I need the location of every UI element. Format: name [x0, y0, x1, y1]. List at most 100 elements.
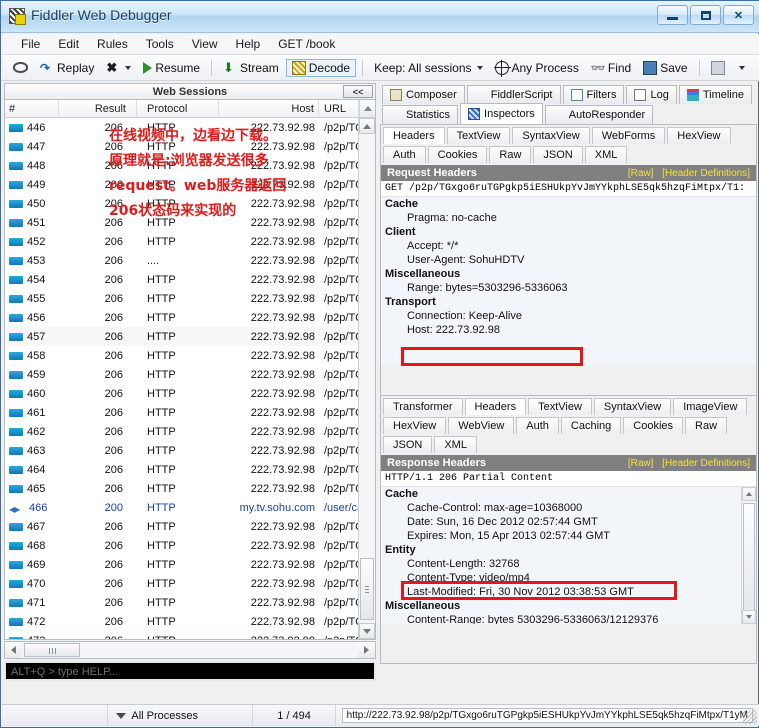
response-scrollbar[interactable]	[741, 487, 756, 624]
table-row[interactable]: 446206HTTP222.73.92.98/p2p/TGx	[5, 118, 358, 137]
save-button[interactable]: Save	[638, 60, 692, 76]
response-header-item[interactable]: Content-Type: video/mp4	[381, 571, 756, 585]
tab-fiddlerscript[interactable]: FiddlerScript	[467, 85, 561, 104]
tab-autoresponder[interactable]: AutoResponder	[545, 105, 653, 124]
replay-button[interactable]: ↷Replay	[35, 60, 99, 76]
menu-view[interactable]: View	[183, 35, 227, 53]
response-subtab-syntaxview[interactable]: SyntaxView	[594, 398, 671, 415]
response-subtab-json[interactable]: JSON	[383, 436, 432, 453]
grid-scroll-up[interactable]	[359, 100, 375, 117]
collapse-pane-button[interactable]: <<	[343, 85, 373, 98]
tab-log[interactable]: Log	[626, 85, 676, 104]
request-subtab-cookies[interactable]: Cookies	[428, 146, 488, 163]
request-header-item[interactable]: Accept: */*	[381, 239, 756, 253]
request-raw-link[interactable]: [Raw]	[628, 168, 654, 179]
table-row[interactable]: 465206HTTP222.73.92.98/p2p/TGx	[5, 479, 358, 498]
column-header-host[interactable]: Host	[219, 100, 319, 117]
menu-file[interactable]: File	[12, 35, 49, 53]
table-row[interactable]: 471206HTTP222.73.92.98/p2p/TGx	[5, 593, 358, 612]
maximize-button[interactable]	[690, 5, 721, 25]
table-row[interactable]: 448206HTTP222.73.92.98/p2p/TGx	[5, 156, 358, 175]
table-row[interactable]: 452206HTTP222.73.92.98/p2p/TGx	[5, 232, 358, 251]
table-row[interactable]: 447206HTTP222.73.92.98/p2p/TGx	[5, 137, 358, 156]
column-header-num[interactable]: #	[5, 100, 59, 117]
response-subtab-xml[interactable]: XML	[434, 436, 477, 453]
request-subtab-syntaxview[interactable]: SyntaxView	[512, 127, 589, 144]
request-subtab-json[interactable]: JSON	[533, 146, 582, 163]
scroll-up-button[interactable]	[359, 118, 375, 134]
table-row[interactable]: 457206HTTP222.73.92.98/p2p/TGx	[5, 327, 358, 346]
table-row[interactable]: 456206HTTP222.73.92.98/p2p/TGx	[5, 308, 358, 327]
table-row[interactable]: 468206HTTP222.73.92.98/p2p/TGx	[5, 536, 358, 555]
column-header-url[interactable]: URL	[319, 100, 359, 117]
request-subtab-textview[interactable]: TextView	[447, 127, 511, 144]
menu-rules[interactable]: Rules	[88, 35, 137, 53]
find-button[interactable]: 👓Find	[586, 60, 636, 76]
request-headers-body[interactable]: CachePragma: no-cacheClientAccept: */*Us…	[381, 197, 756, 365]
table-row[interactable]: 473206HTTP222.73.92.98/p2p/TGx	[5, 631, 358, 639]
table-row[interactable]: 467206HTTP222.73.92.98/p2p/TGx	[5, 517, 358, 536]
tab-timeline[interactable]: Timeline	[679, 85, 752, 104]
request-header-item[interactable]: Connection: Keep-Alive	[381, 309, 756, 323]
request-header-definitions-link[interactable]: [Header Definitions]	[662, 168, 750, 179]
response-subtab-hexview[interactable]: HexView	[383, 417, 446, 434]
response-subtab-transformer[interactable]: Transformer	[383, 398, 463, 415]
request-subtab-xml[interactable]: XML	[585, 146, 628, 163]
response-header-item[interactable]: Content-Range: bytes 5303296-5336063/121…	[381, 613, 756, 624]
table-row[interactable]: 455206HTTP222.73.92.98/p2p/TGx	[5, 289, 358, 308]
response-scroll-down[interactable]	[742, 610, 756, 624]
table-row[interactable]: 464206HTTP222.73.92.98/p2p/TGx	[5, 460, 358, 479]
response-subtab-raw[interactable]: Raw	[685, 417, 727, 434]
tab-composer[interactable]: Composer	[382, 85, 465, 104]
table-row[interactable]: 449206HTTP222.73.92.98/p2p/TGx	[5, 175, 358, 194]
scroll-right-button[interactable]	[358, 642, 375, 658]
sessions-grid-body[interactable]: 446206HTTP222.73.92.98/p2p/TGx447206HTTP…	[4, 118, 376, 640]
response-subtab-webview[interactable]: WebView	[448, 417, 514, 434]
table-row[interactable]: 458206HTTP222.73.92.98/p2p/TGx	[5, 346, 358, 365]
stream-button[interactable]: ⬇Stream	[218, 60, 284, 76]
scroll-down-button[interactable]	[359, 623, 375, 639]
tab-filters[interactable]: Filters	[563, 85, 625, 104]
keep-sessions-dropdown[interactable]: Keep: All sessions	[369, 60, 487, 76]
response-subtab-cookies[interactable]: Cookies	[623, 417, 683, 434]
sessions-horizontal-scrollbar[interactable]	[4, 641, 376, 659]
table-row[interactable]: 459206HTTP222.73.92.98/p2p/TGx	[5, 365, 358, 384]
scroll-thumb[interactable]	[360, 558, 374, 620]
request-subtab-headers[interactable]: Headers	[383, 127, 445, 144]
response-subtab-headers[interactable]: Headers	[465, 398, 527, 415]
request-header-item[interactable]: Pragma: no-cache	[381, 211, 756, 225]
table-row[interactable]: 466200HTTPmy.tv.sohu.com/user/card	[5, 498, 358, 517]
remove-button[interactable]: ✖	[101, 60, 136, 76]
resume-button[interactable]: Resume	[138, 60, 205, 76]
table-row[interactable]: 454206HTTP222.73.92.98/p2p/TGx	[5, 270, 358, 289]
request-header-item[interactable]: User-Agent: SohuHDTV	[381, 253, 756, 267]
table-row[interactable]: 450206HTTP222.73.92.98/p2p/TGx	[5, 194, 358, 213]
request-header-item[interactable]: Range: bytes=5303296-5336063	[381, 281, 756, 295]
table-row[interactable]: 451206HTTP222.73.92.98/p2p/TGx	[5, 213, 358, 232]
any-process-button[interactable]: Any Process	[490, 60, 584, 76]
request-subtab-webforms[interactable]: WebForms	[592, 127, 666, 144]
close-button[interactable]: ✕	[723, 5, 754, 25]
table-row[interactable]: 461206HTTP222.73.92.98/p2p/TGx	[5, 403, 358, 422]
all-processes-button[interactable]: All Processes	[108, 705, 253, 726]
comment-button[interactable]	[8, 61, 33, 74]
decode-button[interactable]: Decode	[286, 59, 356, 77]
tab-statistics[interactable]: Statistics	[382, 105, 458, 124]
table-row[interactable]: 453206....222.73.92.98/p2p/TGx	[5, 251, 358, 270]
response-header-item[interactable]: Expires: Mon, 15 Apr 2013 02:57:44 GMT	[381, 529, 756, 543]
column-header-result[interactable]: Result	[59, 100, 137, 117]
toolbar-overflow-button[interactable]	[732, 65, 750, 71]
table-row[interactable]: 469206HTTP222.73.92.98/p2p/TGx	[5, 555, 358, 574]
menu-help[interactable]: Help	[227, 35, 270, 53]
table-row[interactable]: 460206HTTP222.73.92.98/p2p/TGx	[5, 384, 358, 403]
menu-edit[interactable]: Edit	[49, 35, 88, 53]
response-scroll-thumb[interactable]	[743, 503, 755, 613]
scroll-left-button[interactable]	[5, 642, 22, 658]
hscroll-thumb[interactable]	[24, 643, 80, 657]
response-header-definitions-link[interactable]: [Header Definitions]	[662, 458, 750, 469]
response-header-item[interactable]: Date: Sun, 16 Dec 2012 02:57:44 GMT	[381, 515, 756, 529]
response-subtab-textview[interactable]: TextView	[528, 398, 592, 415]
menu-tools[interactable]: Tools	[137, 35, 183, 53]
request-subtab-auth[interactable]: Auth	[383, 146, 426, 163]
response-scroll-up[interactable]	[742, 487, 756, 501]
